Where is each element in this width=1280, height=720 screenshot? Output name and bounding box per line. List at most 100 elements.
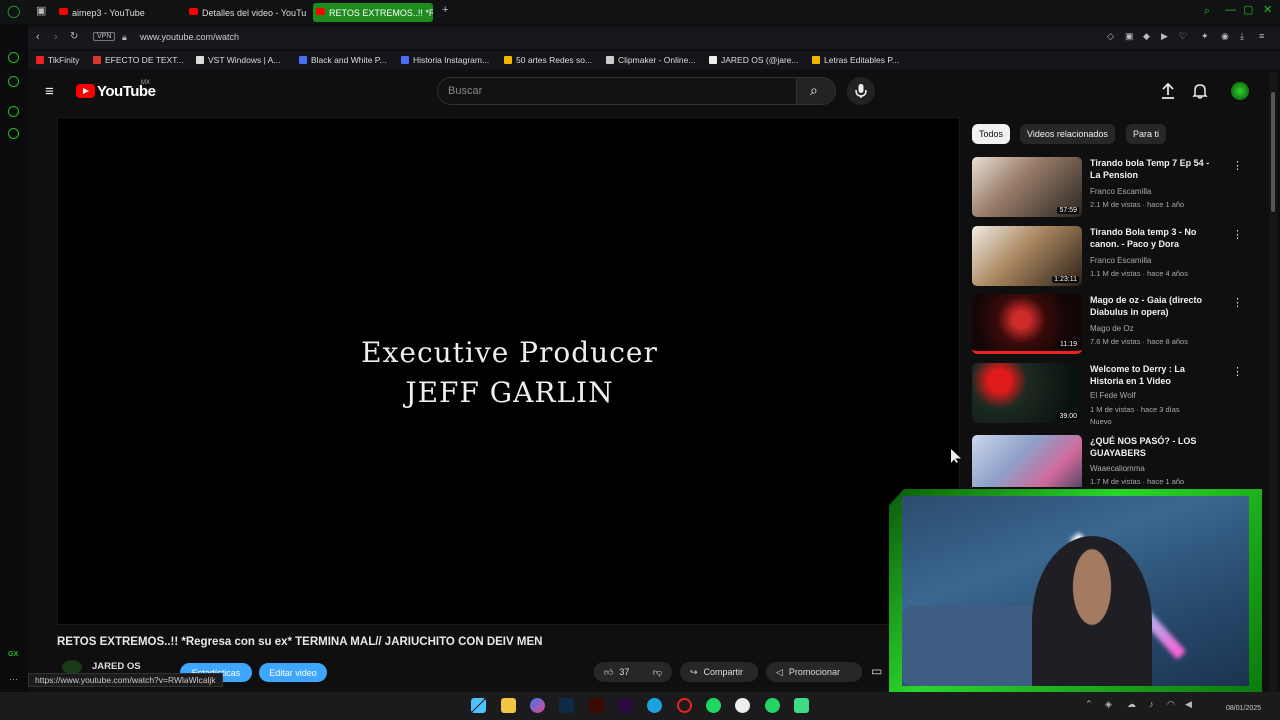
recommendation-title[interactable]: Tirando Bola temp 3 - No canon. - Paco y… bbox=[1090, 226, 1215, 250]
search-tabs-icon[interactable]: ⌕ bbox=[1204, 6, 1210, 17]
reload-icon[interactable]: ↻ bbox=[70, 32, 78, 42]
upload-icon[interactable] bbox=[1160, 82, 1176, 100]
bookmark-item[interactable]: EFECTO DE TEXT... bbox=[93, 55, 184, 65]
tray-cloud-icon[interactable]: ☁ bbox=[1127, 700, 1136, 709]
recommendation-item[interactable]: 1:23:11 Tirando Bola temp 3 - No canon. … bbox=[972, 226, 1243, 288]
settings-icon[interactable] bbox=[8, 128, 19, 139]
bookmark-item[interactable]: JARED OS (@jare... bbox=[709, 55, 799, 65]
video-thumbnail[interactable]: 39:00 bbox=[972, 363, 1082, 423]
more-options-icon[interactable]: ⋮ bbox=[1232, 365, 1243, 378]
tab-menu-icon[interactable]: ▣ bbox=[36, 6, 46, 17]
video-thumbnail[interactable]: 57:59 bbox=[972, 157, 1082, 217]
more-options-icon[interactable]: ⋮ bbox=[1232, 296, 1243, 309]
forward-icon[interactable]: › bbox=[54, 32, 58, 43]
bookmark-item[interactable]: Black and White P... bbox=[299, 55, 386, 65]
recommendation-title[interactable]: Mago de oz - Gaia (directo Diabulus in o… bbox=[1090, 294, 1215, 318]
download-icon[interactable]: ⤓ bbox=[1240, 32, 1244, 41]
profile-icon[interactable]: ◉ bbox=[1221, 32, 1229, 41]
vpn-badge[interactable]: VPN bbox=[93, 32, 116, 41]
obs-icon[interactable] bbox=[735, 698, 750, 713]
maximize-icon[interactable]: ▢ bbox=[1243, 5, 1253, 16]
video-thumbnail[interactable]: 11:19 bbox=[972, 294, 1082, 354]
recommendation-item[interactable]: ¿QUÉ NOS PASÓ? - LOS GUAYABERS Waaecalio… bbox=[972, 435, 1232, 487]
avatar[interactable] bbox=[1231, 82, 1249, 100]
copilot-icon[interactable] bbox=[530, 698, 545, 713]
extensions-icon[interactable]: ✦ bbox=[1201, 32, 1209, 41]
bookmark-item[interactable]: Letras Editables P... bbox=[812, 55, 899, 65]
video-thumbnail[interactable] bbox=[972, 435, 1082, 487]
bookmark-item[interactable]: VST Windows | A... bbox=[196, 55, 280, 65]
hamburger-menu-icon[interactable]: ≡ bbox=[45, 84, 54, 99]
whatsapp-icon[interactable] bbox=[765, 698, 780, 713]
recommendation-channel[interactable]: Waaecaliomma bbox=[1090, 464, 1145, 473]
close-icon[interactable]: ✕ bbox=[1263, 5, 1272, 16]
recommendation-title[interactable]: Welcome to Derry : La Historia en 1 Vide… bbox=[1090, 363, 1215, 387]
history-icon[interactable] bbox=[8, 106, 19, 117]
opera-gx-icon[interactable] bbox=[677, 698, 692, 713]
gx-control-icon[interactable] bbox=[8, 52, 19, 63]
bookmark-item[interactable]: Clipmaker - Online... bbox=[606, 55, 695, 65]
url-field[interactable]: www.youtube.com/watch bbox=[140, 32, 239, 42]
video-player[interactable]: Executive Producer JEFF GARLIN bbox=[57, 117, 960, 625]
minimize-icon[interactable]: — bbox=[1225, 5, 1236, 16]
windows-start-icon[interactable] bbox=[471, 698, 486, 713]
recommendation-title[interactable]: ¿QUÉ NOS PASÓ? - LOS GUAYABERS bbox=[1090, 435, 1215, 459]
chip-all[interactable]: Todos bbox=[972, 124, 1011, 144]
bookmark-item[interactable]: TikFinity bbox=[36, 55, 79, 65]
scrollbar-thumb[interactable] bbox=[1271, 92, 1275, 212]
tray-mic-icon[interactable]: ♪ bbox=[1149, 700, 1154, 709]
easy-setup-icon[interactable]: ≡ bbox=[1259, 32, 1264, 41]
chip-for-you[interactable]: Para ti bbox=[1126, 124, 1167, 144]
recommendation-item[interactable]: 57:59 Tirando bola Temp 7 Ep 54 - La Pen… bbox=[972, 157, 1243, 219]
tray-app-icon[interactable]: ◈ bbox=[1105, 700, 1112, 709]
like-icon[interactable]: 👍︎ bbox=[604, 667, 613, 678]
spotify-icon[interactable] bbox=[706, 698, 721, 713]
notifications-bell-icon[interactable] bbox=[1192, 82, 1208, 100]
tab-retos-extremos[interactable]: RETOS EXTREMOS..!! *Re bbox=[313, 3, 433, 22]
more-icon[interactable]: ··· bbox=[9, 674, 18, 684]
opera-gx-logo-icon[interactable]: ◯ bbox=[7, 5, 20, 17]
edit-video-button[interactable]: Editar video bbox=[259, 663, 327, 682]
bookmark-item[interactable]: Historia Instagram... bbox=[401, 55, 489, 65]
heart-icon[interactable]: ♡ bbox=[1179, 32, 1187, 41]
back-icon[interactable]: ‹ bbox=[36, 32, 40, 43]
recommendation-item[interactable]: 39:00 Welcome to Derry : La Historia en … bbox=[972, 363, 1243, 426]
save-icon[interactable]: ▭ bbox=[871, 664, 882, 678]
channel-avatar[interactable] bbox=[62, 660, 82, 674]
promote-button[interactable]: ◁ Promocionar bbox=[766, 662, 862, 682]
recommendation-channel[interactable]: El Fede Wolf bbox=[1090, 391, 1136, 400]
app-icon[interactable] bbox=[794, 698, 809, 713]
photoshop-icon[interactable] bbox=[559, 698, 574, 713]
channel-name[interactable]: JARED OS bbox=[92, 661, 141, 672]
more-options-icon[interactable]: ⋮ bbox=[1232, 228, 1243, 241]
bookmark-item[interactable]: 50 artes Redes so... bbox=[504, 55, 592, 65]
premiere-icon[interactable] bbox=[618, 698, 633, 713]
edge-icon[interactable] bbox=[647, 698, 662, 713]
illustrator-icon[interactable] bbox=[589, 698, 604, 713]
recommendation-channel[interactable]: Mago de Oz bbox=[1090, 324, 1134, 333]
recommendation-title[interactable]: Tirando bola Temp 7 Ep 54 - La Pension bbox=[1090, 157, 1215, 181]
voice-search-button[interactable] bbox=[847, 77, 875, 105]
video-thumbnail[interactable]: 1:23:11 bbox=[972, 226, 1082, 286]
recommendation-channel[interactable]: Franco Escamilla bbox=[1090, 187, 1151, 196]
tab-video-details[interactable]: Detalles del video - YouTu bbox=[186, 3, 310, 22]
taskbar-date[interactable]: 08/01/2025 bbox=[1226, 705, 1261, 712]
recommendation-channel[interactable]: Franco Escamilla bbox=[1090, 256, 1151, 265]
share-button[interactable]: ↪ Compartir bbox=[680, 662, 758, 682]
recommendation-item[interactable]: 11:19 Mago de oz - Gaia (directo Diabulu… bbox=[972, 294, 1243, 356]
search-input[interactable] bbox=[437, 77, 797, 105]
volume-icon[interactable]: ◀ bbox=[1185, 700, 1192, 709]
bookmark-page-icon[interactable]: ◇ bbox=[1107, 32, 1114, 41]
snapshot-icon[interactable]: ▣ bbox=[1125, 32, 1134, 41]
wifi-icon[interactable]: ◠ bbox=[1167, 700, 1175, 709]
new-tab-icon[interactable]: + bbox=[442, 5, 448, 16]
search-button[interactable]: ⌕ bbox=[796, 77, 836, 105]
chip-related[interactable]: Videos relacionados bbox=[1020, 124, 1115, 144]
flow-icon[interactable]: ▶ bbox=[1161, 32, 1168, 41]
dislike-icon[interactable]: 👎︎ bbox=[653, 667, 662, 678]
more-options-icon[interactable]: ⋮ bbox=[1232, 159, 1243, 172]
gx-corner-icon[interactable] bbox=[8, 76, 19, 87]
shield-icon[interactable]: ◆ bbox=[1143, 32, 1150, 41]
tray-chevron-icon[interactable]: ⌃ bbox=[1085, 700, 1093, 709]
tab-aimep3[interactable]: aimep3 - YouTube bbox=[56, 3, 184, 22]
